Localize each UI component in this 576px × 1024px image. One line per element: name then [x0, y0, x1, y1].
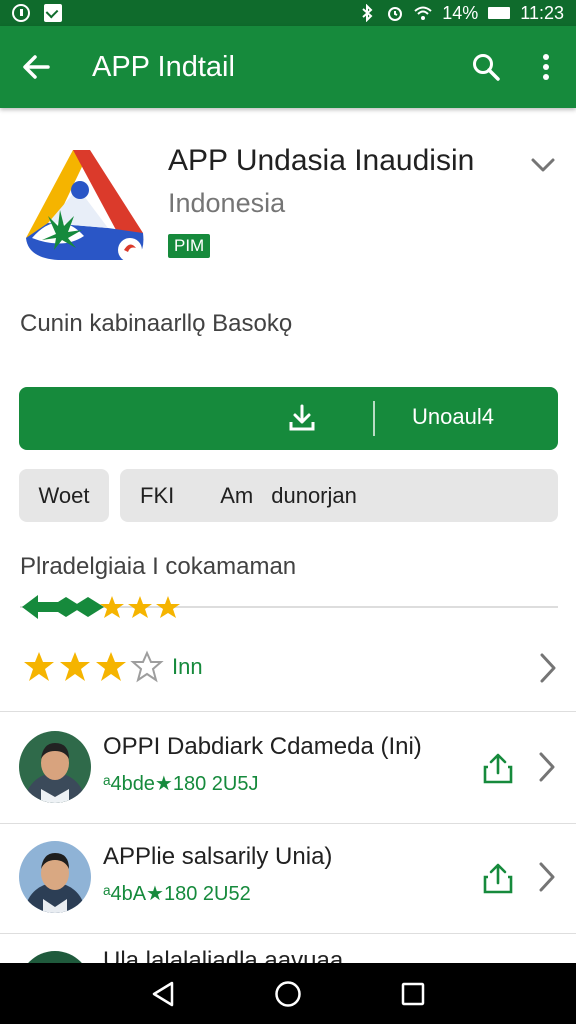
- chip-label-b: Am: [220, 482, 254, 508]
- alarm-icon: [388, 7, 403, 21]
- avatar: [19, 731, 91, 803]
- chevron-right-icon[interactable]: [535, 749, 559, 785]
- rating-summary-row[interactable]: Inn: [0, 640, 576, 696]
- page-title: APP Indtail: [92, 50, 235, 83]
- list-item[interactable]: OPPI Dabdiark Cdameda (Ini) ᵃ4bde★180 2U…: [0, 713, 576, 823]
- developer-name[interactable]: Indonesia: [168, 188, 285, 219]
- chevron-right-icon: [540, 653, 556, 683]
- divider: [0, 933, 576, 934]
- mail-icon: [44, 4, 62, 22]
- star-icon: [96, 652, 126, 681]
- avatar: [19, 841, 91, 913]
- chevron-down-icon: [531, 158, 555, 172]
- rating-progress-bar: [20, 595, 558, 619]
- more-options-button[interactable]: [516, 26, 576, 108]
- search-icon: [473, 54, 500, 81]
- star-icon: [60, 652, 90, 681]
- battery-percent: 14%: [442, 2, 479, 23]
- install-divider: [373, 401, 375, 436]
- nav-home-button[interactable]: [268, 974, 308, 1014]
- app-bar: APP Indtail: [0, 26, 576, 108]
- system-nav-bar: [0, 963, 576, 1024]
- chip-label-c: dunorjan: [271, 482, 357, 508]
- battery-icon: [488, 7, 511, 19]
- install-label: Unoaul4: [412, 404, 494, 429]
- star-outline-icon: [130, 650, 164, 683]
- share-icon[interactable]: [482, 751, 514, 785]
- star-icon: [24, 652, 54, 681]
- review-meta: ᵃ4bde★180 2U5J: [103, 773, 259, 795]
- install-button[interactable]: Unoaul4: [19, 387, 558, 450]
- chip-label: Woet: [38, 482, 90, 508]
- search-button[interactable]: [456, 26, 516, 108]
- wifi-icon: [414, 6, 432, 20]
- chip-woet[interactable]: Woet: [19, 469, 109, 522]
- notification-icon: [12, 4, 30, 22]
- chevron-right-icon[interactable]: [535, 859, 559, 895]
- status-bar: 14% 11:23: [0, 0, 576, 26]
- review-title: APPlie salsarily Unia): [103, 843, 333, 870]
- app-name: APP Undasia Inaudisin: [168, 144, 475, 177]
- status-right: 14% 11:23: [358, 3, 564, 24]
- review-title: OPPI Dabdiark Cdameda (Ini): [103, 733, 422, 760]
- divider: [0, 711, 576, 712]
- list-item-partial[interactable]: Ula lalalaliadla aavuaa: [0, 935, 576, 965]
- chip-label-a: FKI: [140, 482, 175, 508]
- chip-details[interactable]: FKI Am dunorjan: [120, 469, 558, 522]
- rating-stars: [22, 650, 164, 684]
- bluetooth-icon: [362, 4, 373, 22]
- nav-home-icon: [275, 980, 301, 1007]
- back-arrow-icon: [23, 55, 50, 79]
- app-logo-icon: [26, 150, 144, 262]
- back-button[interactable]: [0, 26, 72, 108]
- nav-recents-icon: [402, 982, 425, 1005]
- clock: 11:23: [520, 2, 564, 23]
- review-meta: ᵃ4bA★180 2U52: [103, 883, 251, 905]
- download-icon: [289, 404, 315, 431]
- appbar-actions: [456, 26, 576, 108]
- content-badge: PIM: [168, 234, 211, 258]
- nav-back-button[interactable]: [143, 974, 183, 1014]
- more-vert-icon: [543, 54, 549, 80]
- app-subtitle: Cunin kabinaarllǫ Basokǫ: [20, 310, 293, 337]
- expand-button[interactable]: [526, 148, 560, 182]
- nav-recents-button[interactable]: [393, 974, 433, 1014]
- rating-count: Inn: [172, 654, 203, 679]
- ratings-title: Plradelgiaia I cokamaman: [20, 553, 297, 580]
- list-item[interactable]: APPlie salsarily Unia) ᵃ4bA★180 2U52: [0, 823, 576, 933]
- status-left: [12, 4, 62, 22]
- share-icon[interactable]: [482, 861, 514, 895]
- nav-back-icon: [152, 981, 173, 1006]
